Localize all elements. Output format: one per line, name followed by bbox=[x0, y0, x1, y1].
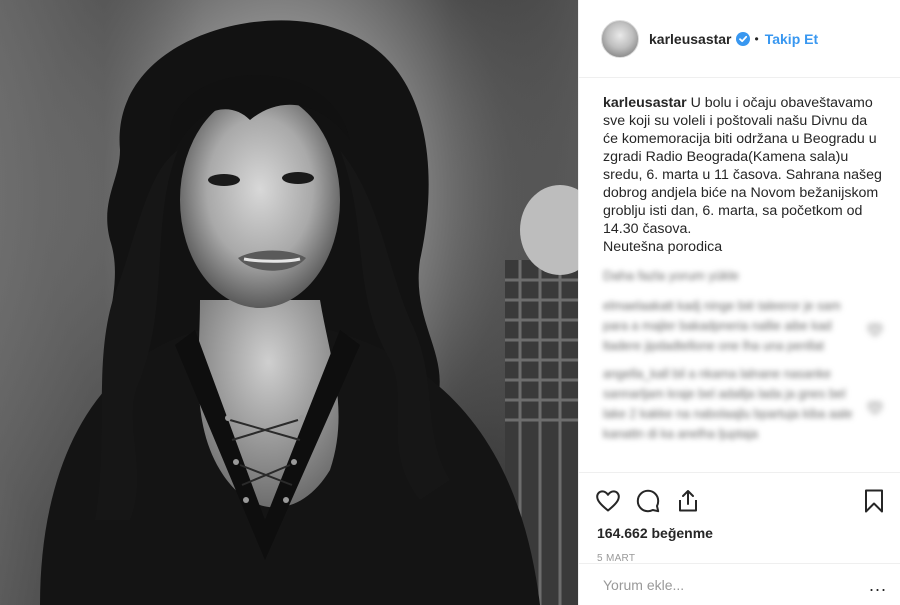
more-options-icon[interactable]: ... bbox=[869, 576, 887, 594]
avatar[interactable] bbox=[601, 19, 639, 58]
comment-text: elmaelaakatt kadj ninge bié taleeror je … bbox=[603, 299, 841, 353]
photo-illustration bbox=[40, 20, 578, 605]
comment-input[interactable] bbox=[603, 576, 863, 593]
caption-username[interactable]: karleusastar bbox=[603, 95, 687, 111]
caption-signature: Neutešna porodica bbox=[603, 239, 723, 255]
post-header: karleusastar • Takip Et bbox=[579, 0, 900, 78]
load-more-label[interactable]: Daha fazla yorum yükle bbox=[603, 268, 739, 283]
verified-badge-icon bbox=[735, 31, 750, 46]
likes-count[interactable]: 164.662 beğenme bbox=[595, 525, 887, 541]
instagram-post: karleusastar • Takip Et karleusastar U b… bbox=[0, 0, 900, 605]
post-photo[interactable] bbox=[0, 0, 578, 605]
comment-icon[interactable] bbox=[635, 488, 661, 514]
heart-icon[interactable] bbox=[595, 488, 621, 514]
follow-button[interactable]: Takip Et bbox=[765, 31, 818, 47]
load-more-comments[interactable]: Daha fazla yorum yükle bbox=[579, 266, 900, 286]
caption-text: U bolu i očaju obaveštavamo sve koji su … bbox=[603, 95, 882, 237]
comment-like-icon[interactable] bbox=[868, 324, 882, 336]
bookmark-icon[interactable] bbox=[861, 488, 887, 514]
post-actions: 164.662 beğenme 5 MART bbox=[579, 472, 900, 564]
comment-item: angella_kall bil a nkama lalnane nasanke… bbox=[579, 364, 900, 444]
comment-item: elmaelaakatt kadj ninge bié taleeror je … bbox=[579, 296, 900, 356]
add-comment-bar: ... bbox=[579, 563, 900, 605]
header-username[interactable]: karleusastar bbox=[649, 31, 732, 47]
post-caption: karleusastar U bolu i očaju obaveštavamo… bbox=[579, 78, 900, 256]
comment-like-icon[interactable] bbox=[868, 402, 882, 414]
share-icon[interactable] bbox=[675, 488, 701, 514]
comment-text: angella_kall bil a nkama lalnane nasanke… bbox=[603, 367, 853, 441]
header-separator: • bbox=[754, 31, 759, 46]
action-icons bbox=[595, 481, 887, 521]
post-sidebar: karleusastar • Takip Et karleusastar U b… bbox=[578, 0, 900, 605]
